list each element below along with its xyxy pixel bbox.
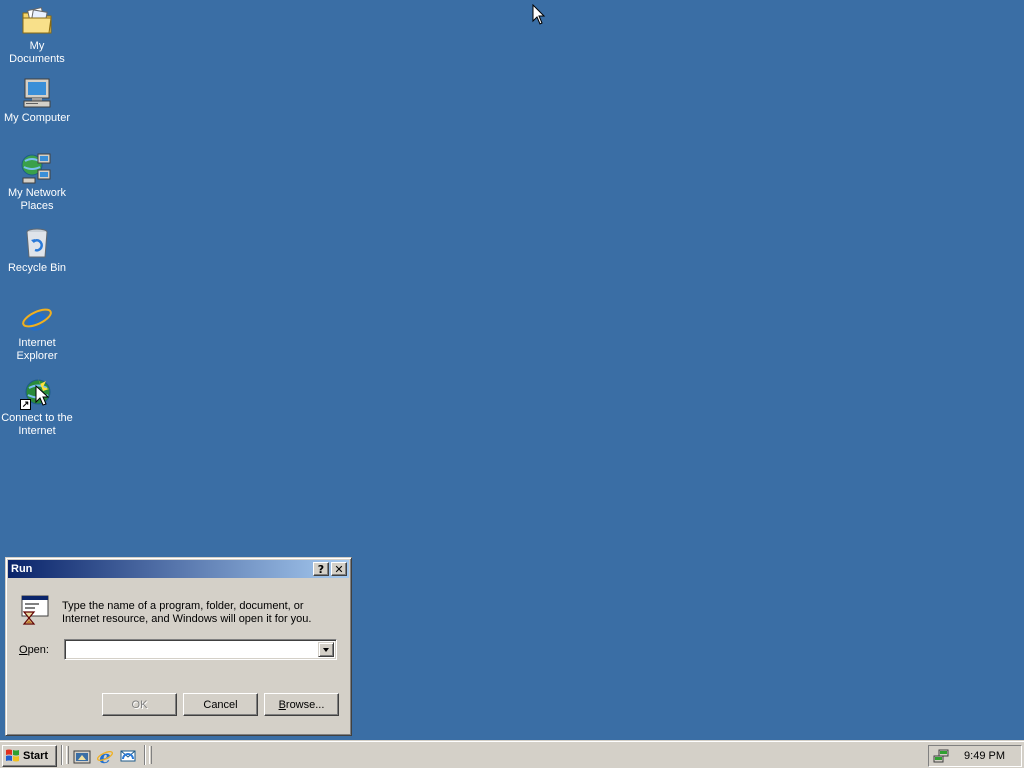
open-input[interactable] — [67, 642, 317, 657]
run-description: Type the name of a program, folder, docu… — [62, 600, 312, 625]
svg-text:e: e — [27, 301, 47, 335]
desktop[interactable]: { "desktop": { "background_color": "#3a6… — [0, 0, 1024, 768]
windows-logo-icon — [5, 748, 21, 765]
folder-documents-icon — [20, 4, 54, 38]
computer-icon — [20, 76, 54, 110]
desktop-icon-label: My Documents — [9, 40, 65, 65]
desktop-icon-label: Internet Explorer — [16, 337, 58, 362]
mouse-cursor-icon — [532, 3, 546, 29]
desktop-icon-label: My Computer — [3, 112, 71, 124]
ok-button[interactable]: OK — [102, 693, 177, 716]
taskbar: Start e 9:49 PM — [0, 740, 1024, 768]
desktop-icon-internet-explorer[interactable]: e Internet Explorer — [0, 300, 74, 363]
outlook-express-icon[interactable] — [119, 747, 137, 765]
system-tray: 9:49 PM — [928, 745, 1022, 767]
clock[interactable]: 9:49 PM — [964, 750, 1005, 762]
internet-explorer-icon: e — [20, 300, 54, 338]
recycle-bin-icon — [20, 226, 54, 260]
taskbar-buttons-grip[interactable] — [149, 746, 152, 764]
shortcut-arrow-icon: ↗ — [20, 399, 31, 410]
start-label: Start — [23, 750, 49, 762]
close-button[interactable]: ✕ — [331, 562, 347, 576]
cancel-button[interactable]: Cancel — [183, 693, 258, 716]
taskbar-separator — [61, 745, 63, 765]
desktop-icon-label: My Network Places — [7, 187, 67, 212]
browse-button[interactable]: Browse... — [264, 693, 339, 716]
desktop-icon-my-documents[interactable]: My Documents — [0, 4, 74, 66]
open-combobox[interactable] — [64, 639, 337, 660]
desktop-icon-connect-to-the-internet[interactable]: ↗ Connect to the Internet — [0, 376, 74, 438]
network-connection-icon[interactable] — [932, 747, 950, 768]
dialog-title: Run — [11, 563, 33, 575]
dropdown-arrow-button[interactable] — [318, 642, 334, 657]
desktop-icon-my-computer[interactable]: My Computer — [0, 76, 74, 125]
taskbar-separator — [144, 745, 146, 765]
internet-explorer-icon[interactable]: e — [96, 747, 114, 768]
desktop-icon-my-network-places[interactable]: My Network Places — [0, 151, 74, 213]
run-dialog-titlebar[interactable]: Run ? ✕ — [8, 560, 349, 578]
svg-text:e: e — [99, 747, 110, 765]
run-dialog[interactable]: Run ? ✕ Type the name of a program, fold… — [5, 557, 352, 736]
open-label: Open: — [19, 644, 49, 656]
quick-launch-grip[interactable] — [66, 746, 69, 764]
network-places-icon — [20, 151, 54, 185]
help-button[interactable]: ? — [313, 562, 329, 576]
desktop-icon-recycle-bin[interactable]: Recycle Bin — [0, 226, 74, 275]
desktop-icon-label: Recycle Bin — [7, 262, 67, 274]
connect-internet-icon: ↗ — [20, 376, 54, 410]
show-desktop-icon[interactable] — [73, 747, 91, 765]
desktop-icon-label: Connect to the Internet — [1, 412, 73, 437]
run-program-icon — [18, 594, 52, 631]
start-button[interactable]: Start — [2, 745, 57, 767]
